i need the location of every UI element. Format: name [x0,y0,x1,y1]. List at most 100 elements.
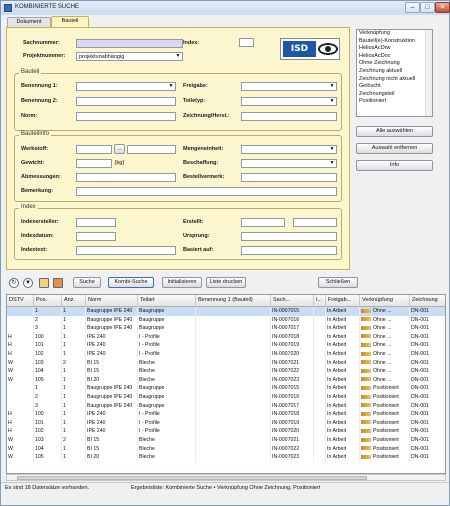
abmessungen-input[interactable] [76,173,176,182]
basiert-input[interactable] [241,246,337,255]
table-row[interactable]: H 101 1 IPE 240 I - Profile IN-0007019 In Arbe… [7,341,445,350]
table-row[interactable]: H 102 1 IPE 240 I - Profile IN-0007020 In Arbe… [7,350,445,359]
indexersteller-input[interactable] [76,218,116,227]
filter-icon[interactable]: ▼ [23,278,33,288]
column-header[interactable]: Sach... [271,295,314,307]
column-header[interactable]: DSTV [7,295,34,307]
werkstoff-browse-button[interactable]: ... [114,144,125,154]
close-button[interactable]: ✕ [435,2,450,13]
sachnummer-input[interactable] [76,39,183,48]
column-header[interactable]: Zeichnung [410,295,445,307]
indexdatum-input[interactable] [76,232,116,241]
norm-input[interactable] [76,112,176,121]
table-row[interactable]: W 105 1 BI 20 Bleche IN-0007023 In Arbeit Posit… [7,453,445,462]
table-row[interactable]: W 104 1 BI 15 Bleche IN-0007022 In Arbeit Posit… [7,444,445,454]
column-header[interactable]: Freigab... [326,295,360,307]
gewicht-unit: [kg] [115,160,124,166]
list-item[interactable]: HeliosAcDrw [357,45,432,53]
table-row[interactable]: H 100 1 IPE 240 I - Profile IN-0007018 In Arbe… [7,410,445,419]
erstellt-to-input[interactable] [293,218,337,227]
folder-icon[interactable] [39,278,49,288]
table-row[interactable]: 1 1 Baugruppe IPE 240 Baugruppe IN-0007015 In… [7,307,445,316]
table-row[interactable]: W 104 1 BI 15 Bleche IN-0007022 In Arbeit Ohne … [7,367,445,376]
verknuepfung-listbox[interactable]: Verknüpfung Bauteil(e)-Konstruktion Heli… [356,29,433,117]
list-item[interactable]: Bauteil(e)-Konstruktion [357,38,432,46]
zeichnung-input[interactable] [241,112,337,121]
isd-logo: ISD [280,38,340,60]
index-input[interactable] [239,38,254,47]
projektnummer-select[interactable]: projektunabhängig ▼ [76,52,183,61]
table-cell: In Arbeit [326,401,360,411]
list-item[interactable]: Zeichnung nicht aktuell [357,76,432,84]
column-header[interactable]: Anz. [62,295,86,307]
schliessen-button[interactable]: Schließen [318,277,358,288]
table-cell: DN-001 [410,402,445,411]
table-cell: 1 [62,375,86,385]
table-cell: H [7,418,34,428]
link-status-icon [361,343,371,348]
table-row[interactable]: H 102 1 IPE 240 I - Profile IN-0007020 In Arbe… [7,427,445,436]
table-row[interactable]: 1 1 Baugruppe IPE 240 Baugruppe IN-0007015 In… [7,384,445,393]
scrollbar-thumb[interactable] [17,476,367,480]
list-item[interactable]: HeliosAcDoc [357,53,432,61]
maximize-button[interactable]: □ [420,2,435,13]
info-button[interactable]: Info [356,160,433,171]
kombi-suche-button[interactable]: Kombi-Suche [108,277,154,288]
export-icon[interactable] [53,278,63,288]
list-item[interactable]: Gelöscht [357,83,432,91]
column-header[interactable]: I... [314,295,326,307]
bestellvermerk-input[interactable] [241,173,337,182]
indextext-input[interactable] [76,246,176,255]
column-header[interactable]: Benennung 1 (Bauteil) [196,295,271,307]
table-row[interactable]: W 103 2 BI 15 Bleche IN-0007021 In Arbeit Posit… [7,436,445,445]
gewicht-input[interactable] [76,159,112,168]
search-form: Sachnummer: Projektnummer: projektunabhä… [6,27,350,270]
horizontal-scrollbar[interactable] [6,474,446,481]
select-all-button[interactable]: Alle auswählen [356,126,433,137]
link-status-text: Positioniert [373,385,399,392]
column-header[interactable]: Norm [86,295,138,307]
liste-drucken-button[interactable]: Liste drucken [206,277,246,288]
link-status-icon [361,429,371,434]
beschaffung-select[interactable]: ▼ [241,159,337,168]
table-row[interactable]: H 101 1 IPE 240 I - Profile IN-0007019 In Arbe… [7,418,445,428]
ursprung-input[interactable] [241,232,337,241]
table-row[interactable]: 2 1 Baugruppe IPE 240 Baugruppe IN-0007016 In… [7,315,445,325]
list-item[interactable]: Zeichnung aktuell [357,68,432,76]
table-row[interactable]: 3 1 Baugruppe IPE 240 Baugruppe IN-0007017 In… [7,401,445,411]
table-cell: Baugruppe IPE 240 [86,401,138,411]
erstellt-from-input[interactable] [241,218,285,227]
tab-bauteil[interactable]: Bauteil [51,16,89,27]
table-row[interactable]: 2 1 Baugruppe IPE 240 Baugruppe IN-0007016 In… [7,393,445,402]
bemerkung-input[interactable] [76,187,337,196]
minimize-button[interactable]: – [405,2,420,13]
table-row[interactable]: W 103 2 BI 15 Bleche IN-0007021 In Arbeit Ohne … [7,358,445,368]
table-row[interactable]: 3 1 Baugruppe IPE 240 Baugruppe IN-0007017 In… [7,324,445,333]
tab-dokument[interactable]: Dokument [7,17,51,27]
column-header[interactable]: Pos. [34,295,62,307]
initialisieren-button[interactable]: Initialisieren [162,277,202,288]
benennung1-select[interactable]: ▼ [76,82,176,91]
table-cell: 101 [34,418,62,428]
refresh-icon[interactable]: ↻ [9,278,19,288]
suche-button[interactable]: Suche [73,277,101,288]
column-header[interactable]: Verknüpfung [360,295,410,307]
table-row[interactable]: W 105 1 BI 20 Bleche IN-0007023 In Arbeit Ohne … [7,375,445,385]
table-cell: Baugruppe IPE 240 [86,393,138,402]
list-item[interactable]: Positioniert [357,98,432,106]
teiletyp-select[interactable]: ▼ [241,97,337,106]
list-item[interactable]: Verknüpfung [357,30,432,38]
werkstoff-desc-input[interactable] [127,145,176,154]
table-cell: DN-001 [410,359,445,368]
list-item[interactable]: Zeichnungsteil [357,91,432,99]
list-item[interactable]: Ohne Zeichnung [357,60,432,68]
freigabe-select[interactable]: ▼ [241,82,337,91]
link-status-icon [361,377,371,382]
mengeneinheit-select[interactable]: ▼ [241,145,337,154]
listbox-scrollbar[interactable] [425,30,432,116]
table-row[interactable]: H 100 1 IPE 240 I - Profile IN-0007018 In Arbe… [7,332,445,342]
column-header[interactable]: Teilart [138,295,196,307]
benennung2-input[interactable] [76,97,176,106]
remove-selection-button[interactable]: Auswahl entfernen [356,143,433,154]
werkstoff-input[interactable] [76,145,112,154]
